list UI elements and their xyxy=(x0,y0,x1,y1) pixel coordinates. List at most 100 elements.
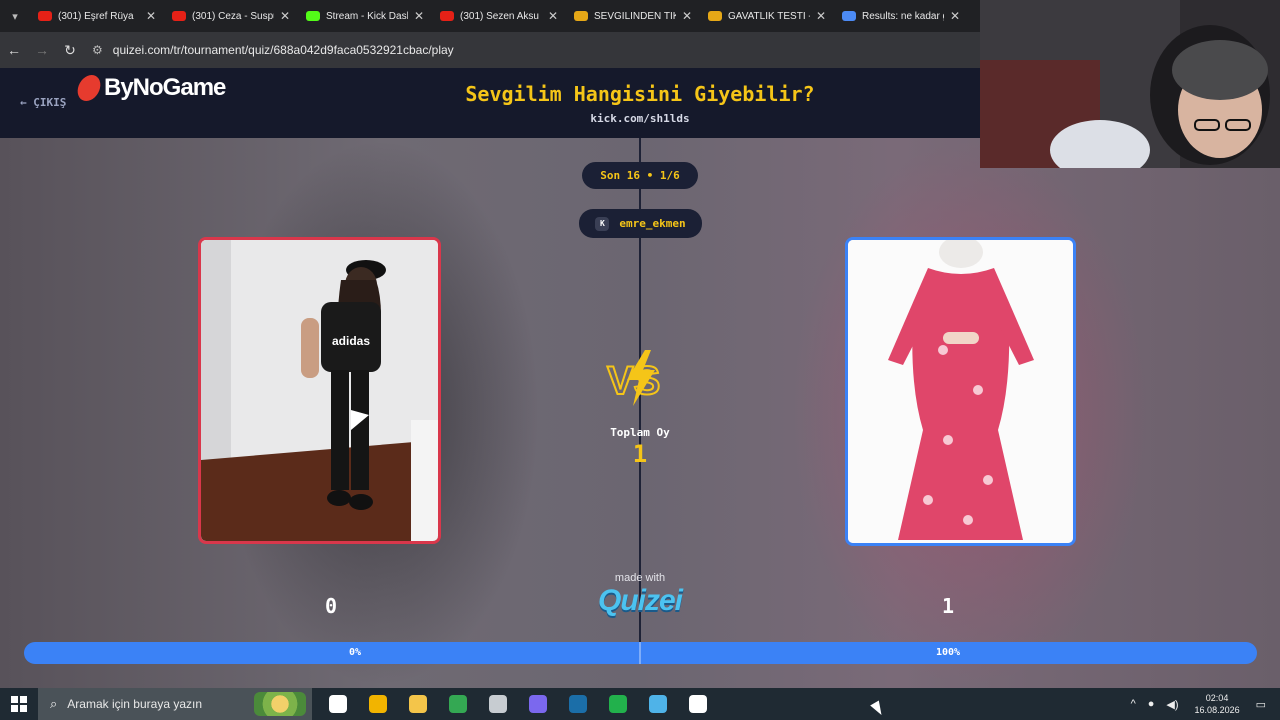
tab-title: GAVATLIK TESTİ - Q xyxy=(728,10,810,22)
quizei-logo: Quizei xyxy=(597,584,683,617)
exit-button[interactable]: ← ÇIKIŞ xyxy=(20,96,66,109)
tab-close-icon[interactable]: ✕ xyxy=(682,9,692,23)
search-icon: ⌕ xyxy=(50,696,58,711)
app-r-icon[interactable] xyxy=(358,688,398,720)
progress-center-marker xyxy=(639,642,641,664)
tab-favicon-icon xyxy=(842,11,856,21)
search-highlight-art xyxy=(254,692,306,716)
tab-close-icon[interactable]: ✕ xyxy=(816,9,826,23)
back-arrow-icon[interactable]: ← xyxy=(0,42,28,58)
bynogame-logo: ByNoGame xyxy=(75,74,226,102)
browser-tab[interactable]: (301) Eşref Rüya ✕ xyxy=(30,0,164,32)
app-r-icon-glyph xyxy=(369,695,387,713)
quiz-stage: Son 16 • 1/6 K emre_ekmen adidas VS Topl… xyxy=(0,138,1280,688)
clock[interactable]: 02:04 16.08.2026 xyxy=(1195,692,1240,716)
option-right-image xyxy=(848,240,1073,543)
browser-tab[interactable]: GAVATLIK TESTİ - Q ✕ xyxy=(700,0,834,32)
tab-title: (301) Eşref Rüya xyxy=(58,10,134,22)
vs-icon: VS xyxy=(606,350,661,406)
webcam-feed xyxy=(980,0,1280,168)
file-explorer-icon-glyph xyxy=(409,695,427,713)
tab-title: (301) Sezen Aksu - G xyxy=(460,10,542,22)
clock-date: 16.08.2026 xyxy=(1194,705,1240,715)
notifications-icon[interactable]: ▭ xyxy=(1256,698,1266,711)
reload-icon[interactable]: ↻ xyxy=(56,42,84,59)
app-chrome-profile-icon[interactable] xyxy=(518,688,558,720)
left-score: 0 xyxy=(324,594,338,618)
chevron-up-icon[interactable]: ^ xyxy=(1131,698,1136,710)
obs-icon-glyph xyxy=(689,695,707,713)
tab-favicon-icon xyxy=(306,11,320,21)
tab-close-icon[interactable]: ✕ xyxy=(414,9,424,23)
chrome-icon-glyph xyxy=(449,695,467,713)
tab-title: Results: ne kadar g xyxy=(862,10,944,22)
username: emre_ekmen xyxy=(619,217,686,230)
right-score: 1 xyxy=(941,594,955,618)
total-votes-value: 1 xyxy=(632,440,648,468)
vote-progress-bar: 0% 100% xyxy=(24,642,1257,664)
site-settings-icon[interactable]: ⚙ xyxy=(92,43,103,57)
obs-icon[interactable] xyxy=(678,688,718,720)
total-votes-label: Toplam Oy xyxy=(610,426,670,439)
round-badge: Son 16 • 1/6 xyxy=(582,162,698,189)
tab-title: SEVGİLİNDEN TİKS xyxy=(594,10,676,22)
svg-text:VS: VS xyxy=(607,359,660,403)
right-percent: 100% xyxy=(935,647,961,658)
taskbar-apps xyxy=(318,688,718,720)
logo-text: ByNoGame xyxy=(104,74,226,101)
start-button[interactable] xyxy=(0,688,38,720)
arrow-left-icon: ← xyxy=(20,96,27,109)
option-left-card[interactable]: adidas xyxy=(198,237,441,544)
option-left-image: adidas xyxy=(201,240,438,541)
kick-icon: K xyxy=(595,216,610,231)
system-tray: ^ ● ◀) 02:04 16.08.2026 ▭ xyxy=(1125,688,1280,720)
url-text: quizei.com/tr/tournament/quiz/688a042d9f… xyxy=(112,43,454,57)
browser-tab[interactable]: SEVGİLİNDEN TİKS ✕ xyxy=(566,0,700,32)
windows-logo-icon xyxy=(11,696,27,712)
taskbar-search[interactable]: ⌕ Aramak için buraya yazın xyxy=(38,688,312,720)
app-chrome-profile-icon-glyph xyxy=(529,695,547,713)
browser-tab[interactable]: (301) Ceza - Suspus ✕ xyxy=(164,0,298,32)
tab-favicon-icon xyxy=(440,11,454,21)
task-view-icon-glyph xyxy=(329,695,347,713)
tab-favicon-icon xyxy=(574,11,588,21)
app-blue-icon[interactable] xyxy=(638,688,678,720)
steam-icon-glyph xyxy=(569,695,587,713)
browser-tab[interactable]: Stream - Kick Dashb ✕ xyxy=(298,0,432,32)
speaker-icon[interactable]: ◀) xyxy=(1166,698,1178,711)
browser-navbar: ← → ↻ ⚙ quizei.com/tr/tournament/quiz/68… xyxy=(0,32,980,68)
left-percent: 0% xyxy=(348,647,362,658)
steam-icon[interactable] xyxy=(558,688,598,720)
tab-favicon-icon xyxy=(708,11,722,21)
tab-close-icon[interactable]: ✕ xyxy=(280,9,290,23)
tab-favicon-icon xyxy=(38,11,52,21)
file-explorer-icon[interactable] xyxy=(398,688,438,720)
svg-text:adidas: adidas xyxy=(332,334,370,348)
site-header: Sevgilim Hangisini Giyebilir? kick.com/s… xyxy=(0,68,980,138)
address-bar[interactable]: ⚙ quizei.com/tr/tournament/quiz/688a042d… xyxy=(92,43,454,57)
tab-close-icon[interactable]: ✕ xyxy=(950,9,960,23)
user-badge: K emre_ekmen xyxy=(579,209,702,238)
tab-favicon-icon xyxy=(172,11,186,21)
search-placeholder: Aramak için buraya yazın xyxy=(67,697,203,711)
tab-title: Stream - Kick Dashb xyxy=(326,10,408,22)
microphone-icon[interactable]: ● xyxy=(1148,698,1155,710)
chrome-icon[interactable] xyxy=(438,688,478,720)
tab-close-icon[interactable]: ✕ xyxy=(548,9,558,23)
browser-tab[interactable]: Results: ne kadar g ✕ xyxy=(834,0,968,32)
exit-label: ÇIKIŞ xyxy=(33,96,67,109)
made-with-label: made with xyxy=(614,572,666,584)
app-green-icon[interactable] xyxy=(598,688,638,720)
bynogame-mark-icon xyxy=(75,75,103,101)
app-ship-icon[interactable] xyxy=(478,688,518,720)
task-view-icon[interactable] xyxy=(318,688,358,720)
webcam-overlay xyxy=(980,0,1280,168)
tab-close-icon[interactable]: ✕ xyxy=(146,9,156,23)
app-ship-icon-glyph xyxy=(489,695,507,713)
tab-search-chevron-icon[interactable]: ▾ xyxy=(0,0,30,32)
option-right-card[interactable] xyxy=(845,237,1076,546)
tab-list: (301) Eşref Rüya✕(301) Ceza - Suspus✕Str… xyxy=(30,0,968,32)
browser-tab[interactable]: (301) Sezen Aksu - G ✕ xyxy=(432,0,566,32)
tab-title: (301) Ceza - Suspus xyxy=(192,10,274,22)
forward-arrow-icon[interactable]: → xyxy=(28,42,56,58)
